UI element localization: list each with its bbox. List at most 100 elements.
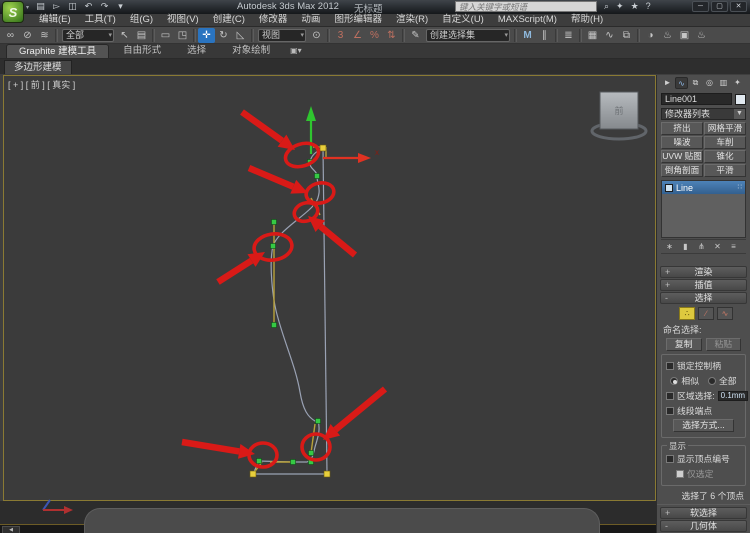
infocenter-search-input[interactable] <box>455 1 597 12</box>
select-by-button[interactable]: 选择方式... <box>673 419 734 432</box>
toolbar-item[interactable] <box>152 28 155 42</box>
select-and-move-icon[interactable]: ✛ <box>198 27 215 43</box>
make-unique-icon[interactable]: ⋔ <box>695 241 708 252</box>
menu-item[interactable]: 编辑(E) <box>32 14 78 26</box>
toolbar-item[interactable] <box>514 28 517 42</box>
object-name-field[interactable]: Line001 <box>661 93 732 105</box>
menu-item[interactable]: 创建(C) <box>206 14 252 26</box>
favorites-star-icon[interactable]: ★ <box>631 1 639 12</box>
named-selection-sets-dropdown[interactable]: 创建选择集 <box>426 28 510 42</box>
ribbon-tab[interactable]: Graphite 建模工具 <box>6 44 110 58</box>
modifier-button[interactable]: 锥化 <box>704 150 746 163</box>
utilities-tab[interactable]: ✦ <box>731 77 744 89</box>
ribbon-tab[interactable]: 自由形式 <box>111 44 173 58</box>
undo-icon[interactable]: ↶ <box>82 1 95 12</box>
modify-tab[interactable]: ∿ <box>675 77 688 89</box>
angle-snap-icon[interactable]: ∠ <box>349 28 366 43</box>
toolbar-item[interactable] <box>555 28 558 42</box>
render-production-icon[interactable]: ♨ <box>693 28 710 43</box>
select-and-rotate-icon[interactable]: ↻ <box>215 28 232 43</box>
modifier-button[interactable]: 挤出 <box>661 122 703 135</box>
modifier-button[interactable]: 网格平滑 <box>704 122 746 135</box>
toolbar-item[interactable] <box>327 28 330 42</box>
configure-modifier-sets-icon[interactable]: ≡ <box>727 241 740 252</box>
material-editor-icon[interactable]: ◑ <box>642 28 659 43</box>
menu-item[interactable]: MAXScript(M) <box>491 14 564 26</box>
bind-to-space-warp-icon[interactable]: ≋ <box>36 28 53 43</box>
unlink-selection-icon[interactable]: ⊘ <box>19 28 36 43</box>
create-tab[interactable]: ► <box>661 77 674 89</box>
menu-item[interactable]: 自定义(U) <box>435 14 491 26</box>
percent-snap-icon[interactable]: % <box>366 28 383 43</box>
render-setup-icon[interactable]: ♨ <box>659 28 676 43</box>
viewport-front[interactable]: [ + ] [ 前 ] [ 真实 ] 前x <box>3 75 656 501</box>
snap-toggle-icon[interactable]: 3 <box>332 28 349 43</box>
viewport-label[interactable]: [ + ] [ 前 ] [ 真实 ] <box>8 78 75 91</box>
search-icon[interactable]: ⌕ <box>604 1 609 12</box>
select-and-link-icon[interactable]: ∞ <box>2 28 19 43</box>
redo-icon[interactable]: ↷ <box>98 1 111 12</box>
open-file-icon[interactable]: ▻ <box>50 1 63 12</box>
hierarchy-tab[interactable]: ⧉ <box>689 77 702 89</box>
previous-frame-button[interactable]: ◀ <box>2 526 20 533</box>
object-color-swatch[interactable] <box>735 93 746 105</box>
vertex-subobject-button[interactable]: ∴ <box>679 307 695 320</box>
graphite-ribbon-icon[interactable]: ▦ <box>584 28 601 43</box>
rectangular-selection-icon[interactable]: ▭ <box>157 28 174 43</box>
toolbar-options-icon[interactable]: ▾ <box>114 1 127 12</box>
save-file-icon[interactable]: ◫ <box>66 1 79 12</box>
rendered-frame-icon[interactable]: ▣ <box>676 28 693 43</box>
help-icon[interactable]: ? <box>646 1 651 12</box>
schematic-view-icon[interactable]: ⧉ <box>618 28 635 43</box>
rollout-header[interactable]: - 几何体 <box>660 520 747 532</box>
modifier-stack[interactable]: Line ∷ <box>661 180 746 238</box>
menu-item[interactable]: 工具(T) <box>78 14 123 26</box>
selection-filter-dropdown[interactable]: 全部 <box>62 28 114 42</box>
layer-manager-icon[interactable]: ≣ <box>560 28 577 43</box>
selected-only-checkbox[interactable] <box>676 469 684 478</box>
menu-item[interactable]: 图形编辑器 <box>327 14 389 26</box>
area-selection-checkbox[interactable] <box>666 391 674 400</box>
spline-subobject-button[interactable]: ∿ <box>717 307 733 320</box>
window-crossing-icon[interactable]: ◳ <box>174 28 191 43</box>
copy-button[interactable]: 复制 <box>665 338 702 351</box>
toolbar-item[interactable] <box>637 28 640 42</box>
modifier-button[interactable]: 噪波 <box>661 136 703 149</box>
segment-end-checkbox[interactable] <box>666 406 674 415</box>
rollout-header[interactable]: - 选择 <box>660 292 747 304</box>
modifier-button[interactable]: 车削 <box>704 136 746 149</box>
menu-item[interactable]: 组(G) <box>123 14 160 26</box>
select-object-icon[interactable]: ↖ <box>116 28 133 43</box>
pin-stack-icon[interactable]: ∗ <box>663 241 676 252</box>
menu-item[interactable]: 修改器 <box>252 14 295 26</box>
segment-subobject-button[interactable]: ∕ <box>698 307 714 320</box>
all-radio[interactable] <box>708 376 716 385</box>
dropdown-arrow-icon[interactable]: ▼ <box>734 109 745 119</box>
ribbon-panel-polygon-modeling[interactable]: 多边形建模 <box>4 60 72 74</box>
maximize-button[interactable]: ▢ <box>711 1 728 12</box>
ribbon-tab[interactable]: 对象绘制 <box>220 44 282 58</box>
toolbar-item[interactable] <box>251 28 254 42</box>
show-vertex-numbers-checkbox[interactable] <box>666 454 674 463</box>
select-by-name-icon[interactable]: ▤ <box>133 28 150 43</box>
modifier-stack-item-line[interactable]: Line ∷ <box>662 181 745 194</box>
align-icon[interactable]: ∥ <box>536 28 553 43</box>
ribbon-tab[interactable]: 选择 <box>175 44 218 58</box>
modifier-button[interactable]: UVW 贴图 <box>661 150 703 163</box>
toolbar-item[interactable] <box>193 28 196 42</box>
rollout-header[interactable]: + 插值 <box>660 279 747 291</box>
menu-item[interactable]: 视图(V) <box>160 14 206 26</box>
remove-modifier-icon[interactable]: ✕ <box>711 241 724 252</box>
paste-button[interactable]: 粘贴 <box>705 338 742 351</box>
sign-in-icon[interactable]: ✦ <box>616 1 624 12</box>
motion-tab[interactable]: ◎ <box>703 77 716 89</box>
app-menu-caret-icon[interactable]: ▾ <box>26 4 29 11</box>
modifier-list-dropdown[interactable]: 修改器列表 ▼ <box>661 108 746 120</box>
use-pivot-center-icon[interactable]: ⊙ <box>308 28 325 43</box>
menu-item[interactable]: 帮助(H) <box>564 14 610 26</box>
show-end-result-icon[interactable]: ▮ <box>679 241 692 252</box>
lock-handles-checkbox[interactable] <box>666 361 674 370</box>
curve-editor-icon[interactable]: ∿ <box>601 28 618 43</box>
minimize-button[interactable]: ─ <box>692 1 709 12</box>
viewport-canvas[interactable]: 前x <box>4 76 655 500</box>
